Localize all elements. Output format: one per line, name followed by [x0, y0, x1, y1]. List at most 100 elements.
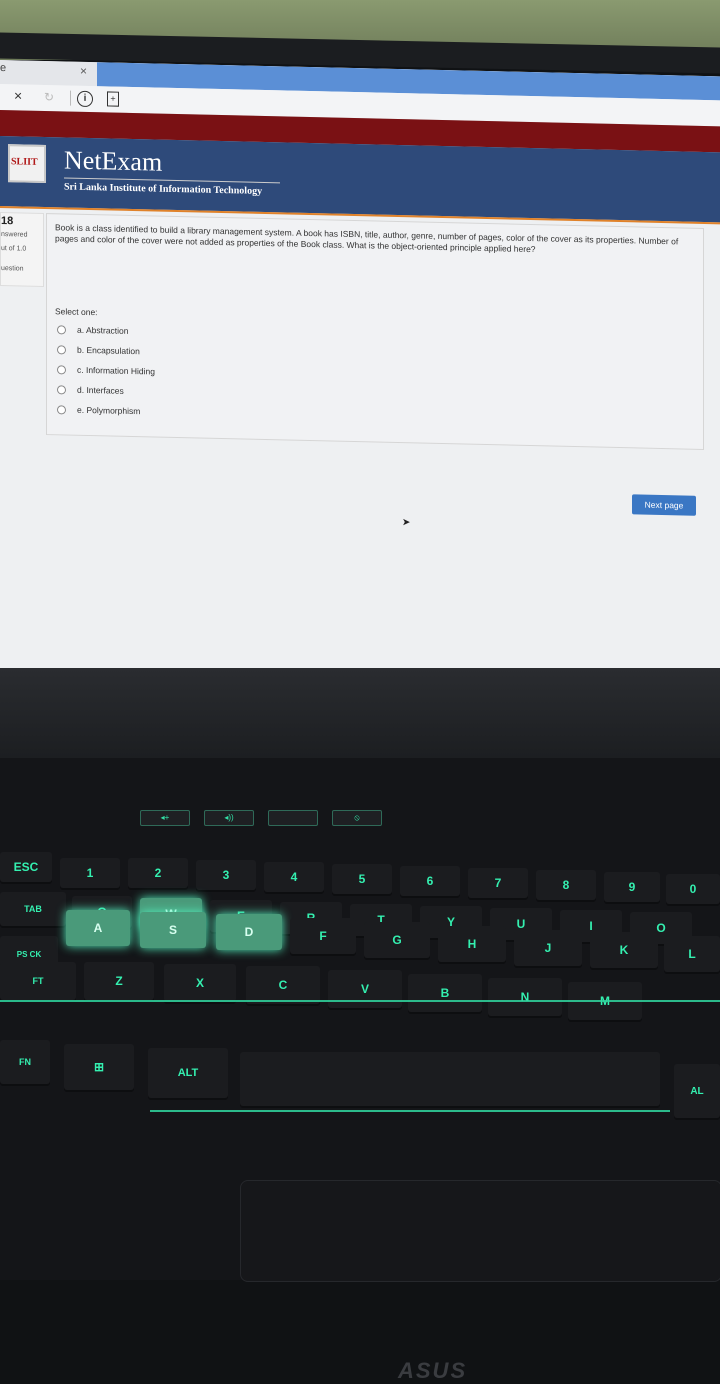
key-d[interactable]: D	[216, 914, 282, 950]
select-prompt: Select one:	[55, 306, 98, 318]
touchpad[interactable]	[240, 1180, 720, 1282]
esc-key[interactable]: ESC	[0, 852, 52, 882]
key-a[interactable]: A	[66, 910, 130, 946]
alt-key[interactable]: ALT	[148, 1048, 228, 1098]
tab-close-icon[interactable]: ×	[80, 64, 87, 78]
question-text: Book is a class identified to build a li…	[55, 222, 679, 255]
key-g[interactable]: G	[364, 922, 430, 958]
key-legend: ESC	[13, 860, 39, 874]
key-legend: 5	[358, 872, 366, 886]
key-legend: 4	[290, 870, 298, 884]
key-legend: D	[244, 925, 254, 939]
radio-button[interactable]	[57, 385, 66, 395]
key-f[interactable]: F	[290, 918, 356, 954]
key-legend: H	[467, 937, 477, 951]
key-legend: 0	[689, 882, 697, 896]
question-marks: ut of 1.0	[1, 245, 27, 253]
key-legend: FN	[19, 1057, 31, 1067]
radio-button[interactable]	[57, 345, 66, 355]
key-legend: FT	[32, 976, 44, 986]
option-label[interactable]: c. Information Hiding	[77, 365, 155, 377]
asus-logo: ASUS	[398, 1358, 468, 1383]
key-v[interactable]: V	[328, 970, 402, 1008]
key-legend: A	[93, 921, 103, 935]
radio-button[interactable]	[57, 325, 66, 335]
key-legend: 9	[628, 880, 636, 894]
key-1[interactable]: 1	[60, 858, 120, 888]
key-legend: AL	[690, 1085, 704, 1097]
key-h[interactable]: H	[438, 926, 506, 962]
question-status: nswered	[1, 231, 28, 239]
windows-key[interactable]: ⊞	[64, 1044, 134, 1090]
question-info-panel: 18 nswered ut of 1.0 uestion	[0, 212, 44, 287]
toolbar-divider	[70, 90, 71, 106]
option-label[interactable]: b. Encapsulation	[77, 345, 140, 356]
info-icon[interactable]: i	[77, 90, 93, 108]
laptop-screen: e × × ↻ i + SLIIT NetExam Sri Lanka Inst…	[0, 60, 720, 697]
key-x[interactable]: X	[164, 964, 236, 1002]
shift-key[interactable]: FT	[0, 962, 76, 1000]
key-7[interactable]: 7	[468, 868, 528, 898]
volume-down-key[interactable]: ◂+	[140, 810, 190, 826]
key-j[interactable]: J	[514, 930, 582, 966]
site-brand[interactable]: NetExam	[64, 145, 162, 177]
key-legend: X	[195, 976, 204, 990]
option-label[interactable]: a. Abstraction	[77, 325, 129, 336]
laptop-hinge: ASUS	[0, 668, 720, 1383]
page-icon[interactable]: +	[107, 91, 119, 107]
key-s[interactable]: S	[140, 912, 206, 948]
question-number: 18	[1, 215, 14, 228]
key-z[interactable]: Z	[84, 962, 154, 1000]
key-5[interactable]: 5	[332, 864, 392, 894]
key-legend: 7	[494, 876, 502, 890]
key-legend: N	[520, 990, 530, 1004]
key-8[interactable]: 8	[536, 870, 596, 900]
key-4[interactable]: 4	[264, 862, 324, 892]
site-subtitle: Sri Lanka Institute of Information Techn…	[64, 181, 263, 197]
key-legend: L	[688, 947, 696, 961]
key-n[interactable]: N	[488, 978, 562, 1016]
reload-icon[interactable]: ↻	[44, 90, 54, 104]
radio-button[interactable]	[57, 405, 66, 415]
key-legend: Z	[115, 974, 123, 988]
space-bar[interactable]	[240, 1052, 660, 1106]
close-icon[interactable]: ×	[14, 87, 22, 103]
key-legend: V	[360, 982, 369, 996]
next-page-button[interactable]: Next page	[632, 494, 696, 516]
right-alt-key[interactable]: AL	[674, 1064, 720, 1118]
key-k[interactable]: K	[590, 932, 658, 968]
tab-key[interactable]: TAB	[0, 892, 66, 926]
key-legend: S	[168, 923, 177, 937]
key-legend: 1	[86, 866, 94, 880]
key-legend: 6	[426, 874, 434, 888]
key-legend: K	[619, 943, 629, 957]
sliit-logo: SLIIT	[8, 144, 46, 184]
key-9[interactable]: 9	[604, 872, 660, 902]
fn-key[interactable]: FN	[0, 1040, 50, 1084]
browser-tab-label[interactable]: e	[0, 62, 6, 74]
mic-key[interactable]	[268, 810, 318, 826]
key-b[interactable]: B	[408, 974, 482, 1012]
key-0[interactable]: 0	[666, 874, 720, 904]
key-legend: F	[319, 929, 327, 943]
key-legend: G	[392, 933, 402, 947]
key-6[interactable]: 6	[400, 866, 460, 896]
mic-mute-key[interactable]: ⦸	[332, 810, 382, 826]
logo-text: SLIIT	[11, 156, 38, 168]
option-label[interactable]: d. Interfaces	[77, 385, 124, 396]
keyboard-backlight	[0, 1000, 720, 1002]
windows-icon: ⊞	[93, 1060, 105, 1074]
key-legend: 3	[222, 868, 230, 882]
key-2[interactable]: 2	[128, 858, 188, 888]
flag-question-link[interactable]: uestion	[1, 265, 24, 273]
key-l[interactable]: L	[664, 936, 720, 972]
radio-button[interactable]	[57, 365, 66, 375]
key-legend: B	[440, 986, 450, 1000]
key-legend: TAB	[24, 904, 42, 914]
volume-up-key[interactable]: ◂))	[204, 810, 254, 826]
key-c[interactable]: C	[246, 966, 320, 1004]
key-legend: C	[278, 978, 288, 992]
option-label[interactable]: e. Polymorphism	[77, 405, 140, 416]
key-3[interactable]: 3	[196, 860, 256, 890]
key-legend: 8	[562, 878, 570, 892]
